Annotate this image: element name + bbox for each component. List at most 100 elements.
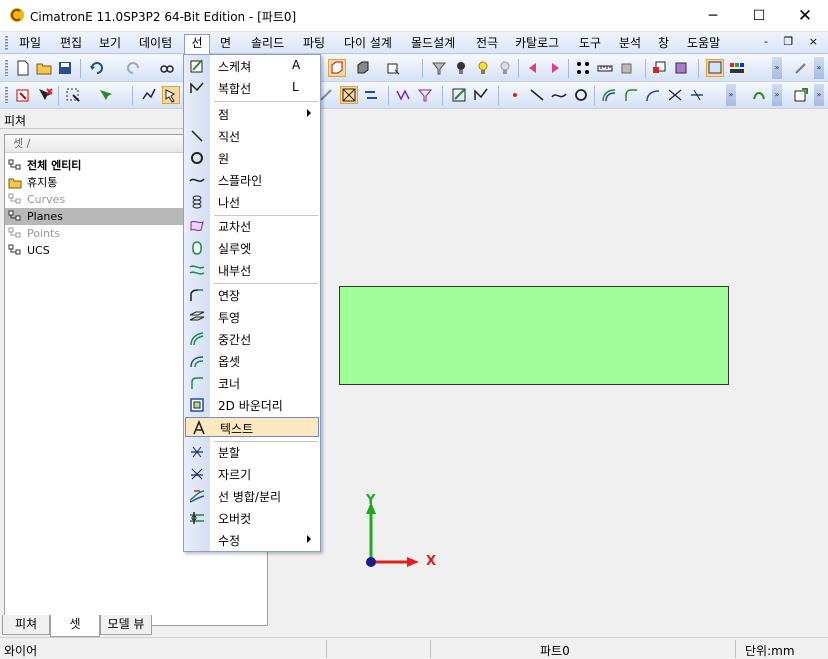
menu-item-split[interactable]: 분할 — [184, 442, 320, 462]
menu-item-offset[interactable]: 옵셋 — [184, 351, 320, 371]
toolbar-grip[interactable] — [5, 36, 8, 51]
box-red-icon[interactable] — [650, 59, 668, 77]
open-folder-icon[interactable] — [35, 59, 53, 77]
arrows-blue-icon[interactable] — [362, 86, 380, 104]
glasses-icon[interactable] — [158, 59, 176, 77]
circle-icon[interactable] — [572, 86, 590, 104]
cube-edit-icon[interactable] — [618, 59, 636, 77]
composite-curve-icon[interactable] — [472, 86, 490, 104]
grid-tool-icon[interactable] — [340, 86, 358, 104]
corner-icon[interactable] — [622, 86, 640, 104]
select-cube-icon[interactable] — [14, 86, 32, 104]
graphics-viewport[interactable]: Y X — [274, 110, 828, 637]
menu-catalog[interactable]: 카탈로그 — [512, 35, 562, 52]
split-icon[interactable] — [688, 86, 706, 104]
select-tool-icon[interactable] — [162, 86, 180, 104]
cube-select-icon[interactable] — [384, 59, 402, 77]
menu-die-design[interactable]: 다이 설계 — [341, 35, 395, 52]
point-icon[interactable] — [506, 86, 524, 104]
funnel-icon[interactable] — [416, 86, 434, 104]
arrow-left-icon[interactable] — [524, 59, 542, 77]
menu-parting[interactable]: 파팅 — [300, 35, 328, 52]
spline-icon[interactable] — [550, 86, 568, 104]
menu-view[interactable]: 보기 — [96, 35, 124, 52]
maximize-button[interactable]: ☐ — [736, 0, 782, 32]
pencil-icon[interactable] — [792, 59, 810, 77]
trim-icon[interactable] — [666, 86, 684, 104]
toolbar-overflow-icon[interactable]: » — [772, 57, 782, 79]
box-view-icon[interactable] — [328, 59, 346, 77]
menu-item-corner[interactable]: 코너 — [184, 373, 320, 393]
menu-item-circle[interactable]: 원 — [184, 148, 320, 168]
network-icon[interactable] — [574, 59, 592, 77]
palette-icon[interactable] — [728, 59, 746, 77]
close-button[interactable]: ✕ — [782, 0, 828, 32]
menu-datum[interactable]: 데이텀 — [136, 35, 175, 52]
bulb-on-icon[interactable] — [474, 59, 492, 77]
menu-window[interactable]: 창 — [655, 35, 672, 52]
fillet-icon[interactable] — [644, 86, 662, 104]
menu-item-silhouette[interactable]: 실루엣 — [184, 238, 320, 258]
zigzag-icon[interactable] — [394, 86, 412, 104]
menu-item-project[interactable]: 투영 — [184, 307, 320, 327]
arrow-right-icon[interactable] — [546, 59, 564, 77]
box-purple-icon[interactable] — [672, 59, 690, 77]
measure-icon[interactable] — [596, 59, 614, 77]
bulb-off-icon[interactable] — [496, 59, 514, 77]
menu-mold-design[interactable]: 몰드설계 — [408, 35, 458, 52]
menu-analysis[interactable]: 분석 — [616, 35, 644, 52]
menu-item-line[interactable]: 직선 — [184, 126, 320, 146]
menu-item-sketcher[interactable]: 스케쳐 A — [184, 56, 320, 76]
menu-solid[interactable]: 솔리드 — [248, 35, 287, 52]
menu-item-interior-curve[interactable]: 내부선 — [184, 260, 320, 280]
toolbar-overflow-icon[interactable]: » — [726, 84, 736, 106]
menu-item-point[interactable]: 점 — [184, 104, 320, 124]
menu-item-overcut[interactable]: 오버컷 — [184, 508, 320, 528]
menu-face[interactable]: 면 — [217, 35, 234, 52]
graph-icon[interactable] — [140, 86, 158, 104]
menu-curve[interactable]: 선 — [184, 34, 210, 54]
export-icon[interactable] — [792, 86, 810, 104]
green-rectangle-face[interactable] — [339, 286, 729, 385]
menu-item-modify[interactable]: 수정 — [184, 530, 320, 550]
menu-item-spline[interactable]: 스플라인 — [184, 170, 320, 190]
menu-item-merge-split[interactable]: 선 병합/분리 — [184, 486, 320, 506]
toolbar-grip[interactable] — [5, 60, 8, 76]
menu-edit[interactable]: 편집 — [57, 35, 85, 52]
menu-item-composite-curve[interactable]: 복합선 L — [184, 78, 320, 98]
toolbar-overflow-icon[interactable]: » — [814, 57, 824, 79]
menu-item-2d-boundary[interactable]: 2D 바운더리 — [184, 395, 320, 415]
offset-icon[interactable] — [600, 86, 618, 104]
filter-icon[interactable] — [430, 59, 448, 77]
sketcher-icon[interactable] — [450, 86, 468, 104]
line-icon[interactable] — [528, 86, 546, 104]
toolbar-grip[interactable] — [5, 87, 8, 103]
new-file-icon[interactable] — [14, 59, 32, 77]
save-icon[interactable] — [56, 59, 74, 77]
menu-electrode[interactable]: 전극 — [473, 35, 501, 52]
menu-item-text[interactable]: 텍스트 — [185, 417, 319, 437]
undo-icon[interactable] — [88, 59, 106, 77]
menu-item-extend[interactable]: 연장 — [184, 285, 320, 305]
box-select-icon[interactable] — [64, 86, 82, 104]
tab-model-view[interactable]: 모델 뷰 — [100, 615, 152, 635]
cursor-x-icon[interactable] — [36, 86, 54, 104]
shaded-box-icon[interactable] — [354, 59, 372, 77]
tab-set[interactable]: 셋 — [50, 615, 100, 637]
redo-icon[interactable] — [124, 59, 142, 77]
bulb-icon[interactable] — [452, 59, 470, 77]
toolbar-overflow-icon[interactable]: » — [814, 84, 824, 106]
toolbar-overflow-icon[interactable]: » — [772, 84, 782, 106]
menu-item-intersection[interactable]: 교차선 — [184, 216, 320, 236]
menu-item-trim[interactable]: 자르기 — [184, 464, 320, 484]
green-tool-icon[interactable] — [750, 86, 768, 104]
mdi-window-controls[interactable]: - ❐ × — [764, 35, 824, 48]
menu-item-helix[interactable]: 나선 — [184, 192, 320, 212]
minimize-button[interactable]: ─ — [690, 0, 736, 32]
pick-green-icon[interactable] — [96, 86, 114, 104]
screen-icon[interactable] — [706, 59, 724, 77]
menu-file[interactable]: 파일 — [16, 35, 44, 52]
menu-item-middle-curve[interactable]: 중간선 — [184, 329, 320, 349]
menu-help[interactable]: 도움말 — [684, 35, 723, 52]
menu-tools[interactable]: 도구 — [576, 35, 604, 52]
